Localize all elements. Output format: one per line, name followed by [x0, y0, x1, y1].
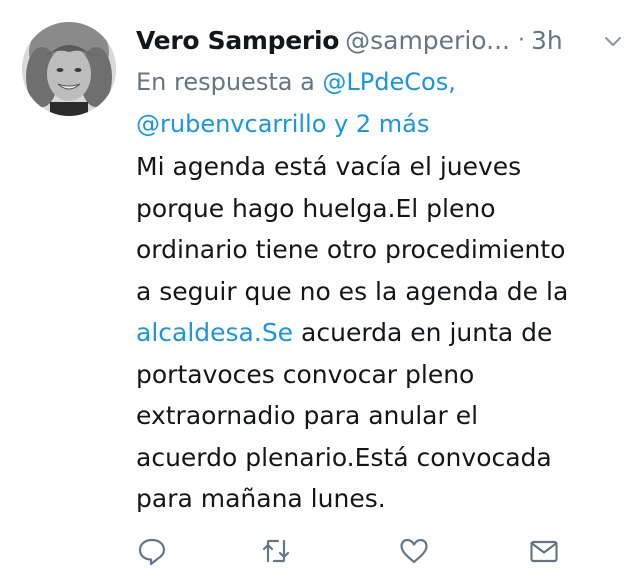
- text-link[interactable]: alcaldesa.Se: [136, 318, 293, 347]
- tweet-text-line: portavoces convocar pleno: [136, 359, 475, 389]
- mention-link[interactable]: @LPdeCos,: [322, 68, 455, 96]
- chevron-down-icon[interactable]: [602, 30, 624, 52]
- user-handle[interactable]: @samperio...: [345, 26, 510, 55]
- heart-icon[interactable]: [398, 535, 430, 567]
- tweet-text-fragment: acuerda en junta de: [301, 318, 553, 347]
- more-mentions-link[interactable]: y 2 más: [334, 110, 429, 138]
- tweet-text-line: a seguir que no es la agenda de la: [136, 276, 569, 306]
- separator-dot: ·: [517, 27, 525, 53]
- tweet-text: Mi agenda está vacía el jueves porque ha…: [136, 146, 626, 520]
- reply-context: En respuesta a @LPdeCos,: [136, 63, 626, 101]
- retweet-icon[interactable]: [260, 535, 292, 567]
- tweet-text-line: Mi agenda está vacía el jueves: [136, 152, 522, 181]
- tweet-header: Vero Samperio @samperio... · 3h: [136, 20, 626, 60]
- avatar[interactable]: [22, 22, 116, 116]
- tweet-text-line: alcaldesa.Se acuerda en junta de: [136, 312, 626, 354]
- reply-context-continued: @rubenvcarrillo y 2 más: [136, 105, 626, 143]
- tweet-text-line: ordinario tiene otro procedimiento: [136, 235, 566, 264]
- tweet-text-line: acuerdo plenario.Está convocada: [136, 442, 552, 472]
- reply-prefix: En respuesta a: [136, 68, 315, 96]
- reply-icon[interactable]: [136, 535, 168, 567]
- timestamp[interactable]: 3h: [531, 26, 563, 55]
- display-name[interactable]: Vero Samperio: [136, 26, 339, 55]
- tweet-actions: [136, 535, 566, 575]
- envelope-icon[interactable]: [528, 535, 560, 567]
- avatar-image: [22, 22, 116, 116]
- tweet-text-line: extraornadio para anular el: [136, 401, 479, 430]
- tweet-text-line: porque hago huelga.El pleno: [136, 193, 496, 223]
- tweet-text-line: para mañana lunes.: [136, 484, 386, 513]
- mention-link[interactable]: @rubenvcarrillo: [136, 110, 326, 138]
